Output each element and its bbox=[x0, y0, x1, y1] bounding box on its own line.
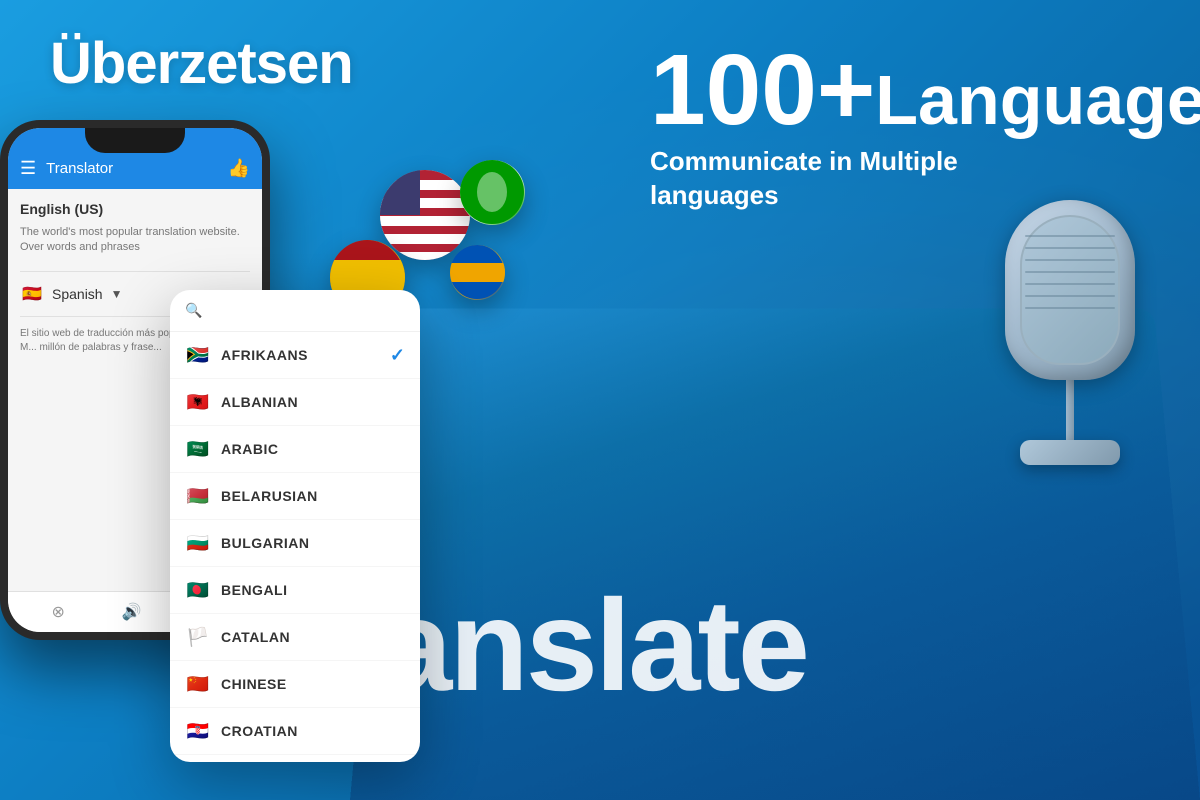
lang-name: ARABIC bbox=[221, 441, 405, 457]
lang-name: CATALAN bbox=[221, 629, 405, 645]
grill-line-7 bbox=[1025, 307, 1115, 309]
lang-flag: 🇸🇦 bbox=[185, 436, 211, 462]
lang-flag: 🇧🇬 bbox=[185, 530, 211, 556]
lang-name: BULGARIAN bbox=[221, 535, 405, 551]
list-item[interactable]: 🏳️ CATALAN bbox=[170, 614, 420, 661]
grill-line-6 bbox=[1025, 295, 1115, 297]
phone-source-text: The world's most popular translation web… bbox=[20, 225, 250, 256]
list-item[interactable]: 🇨🇳 CHINESE bbox=[170, 661, 420, 708]
lang-name: BENGALI bbox=[221, 582, 405, 598]
microphone-decoration bbox=[970, 200, 1170, 620]
grill-line-2 bbox=[1025, 247, 1115, 249]
list-item[interactable]: 🇭🇷 CROATIAN bbox=[170, 708, 420, 755]
app-logo: Überzetsen bbox=[50, 30, 353, 97]
phone-notch bbox=[85, 128, 185, 153]
lang-flag: 🇨🇳 bbox=[185, 671, 211, 697]
list-item[interactable]: 🇿🇦 AFRIKAANS ✓ bbox=[170, 332, 420, 379]
lang-flag: 🇭🇷 bbox=[185, 718, 211, 744]
lang-name: ALBANIAN bbox=[221, 394, 405, 410]
mic-grill bbox=[1025, 225, 1115, 360]
list-item[interactable]: 🇧🇾 BELARUSIAN bbox=[170, 473, 420, 520]
headline-lang: Languages bbox=[875, 61, 1200, 139]
phone-source-lang: English (US) bbox=[20, 201, 250, 217]
headline-area: 100+Languages Communicate in Multiplelan… bbox=[650, 40, 1150, 213]
language-search-input[interactable] bbox=[210, 303, 405, 319]
mic-base bbox=[1020, 440, 1120, 465]
grill-line-1 bbox=[1025, 235, 1115, 237]
lang-flag: 🇧🇩 bbox=[185, 577, 211, 603]
lang-flag: 🇿🇦 bbox=[185, 342, 211, 368]
close-bottom-icon[interactable]: ⊗ bbox=[51, 602, 64, 622]
lang-name: BELARUSIAN bbox=[221, 488, 405, 504]
menu-icon: ☰ bbox=[20, 158, 36, 179]
lang-flag: 🏳️ bbox=[185, 624, 211, 650]
lang-check-icon: ✓ bbox=[390, 345, 405, 366]
grill-line-4 bbox=[1025, 271, 1115, 273]
spanish-flag: 🇪🇸 bbox=[20, 282, 44, 306]
list-item[interactable]: 🇨🇿CZECH bbox=[170, 755, 420, 762]
list-item[interactable]: 🇸🇦 ARABIC bbox=[170, 426, 420, 473]
phone-divider-1 bbox=[20, 271, 250, 272]
lang-name: AFRIKAANS bbox=[221, 347, 380, 363]
mic-body bbox=[990, 200, 1150, 480]
search-icon: 🔍 bbox=[185, 302, 202, 319]
lang-flag: 🇦🇱 bbox=[185, 389, 211, 415]
mic-head bbox=[1005, 200, 1135, 380]
list-item[interactable]: 🇧🇬 BULGARIAN bbox=[170, 520, 420, 567]
grill-line-5 bbox=[1025, 283, 1115, 285]
phone-target-label: Spanish bbox=[52, 286, 103, 302]
grill-line-3 bbox=[1025, 259, 1115, 261]
flag-ball-green bbox=[460, 160, 525, 225]
mic-stand bbox=[1066, 380, 1074, 440]
thumb-icon: 👍 bbox=[228, 158, 250, 179]
lang-name: CROATIAN bbox=[221, 723, 405, 739]
flag-ball-us bbox=[380, 170, 470, 260]
headline-number: 100+ bbox=[650, 34, 875, 146]
dropdown-arrow-icon: ▼ bbox=[111, 287, 123, 301]
language-search-bar: 🔍 bbox=[170, 290, 420, 332]
lang-flag: 🇧🇾 bbox=[185, 483, 211, 509]
flag-ball-other bbox=[450, 245, 505, 300]
speaker-icon[interactable]: 🔊 bbox=[122, 602, 142, 622]
lang-name: CHINESE bbox=[221, 676, 405, 692]
list-item[interactable]: 🇦🇱 ALBANIAN bbox=[170, 379, 420, 426]
list-item[interactable]: 🇧🇩 BENGALI bbox=[170, 567, 420, 614]
language-dropdown: 🔍 🇿🇦 AFRIKAANS ✓ 🇦🇱 ALBANIAN 🇸🇦 ARABIC 🇧🇾 BELARU… bbox=[170, 290, 420, 762]
phone-toolbar-title: Translator bbox=[46, 160, 217, 177]
language-list: 🇿🇦 AFRIKAANS ✓ 🇦🇱 ALBANIAN 🇸🇦 ARABIC 🇧🇾 BELARUSI… bbox=[170, 332, 420, 762]
